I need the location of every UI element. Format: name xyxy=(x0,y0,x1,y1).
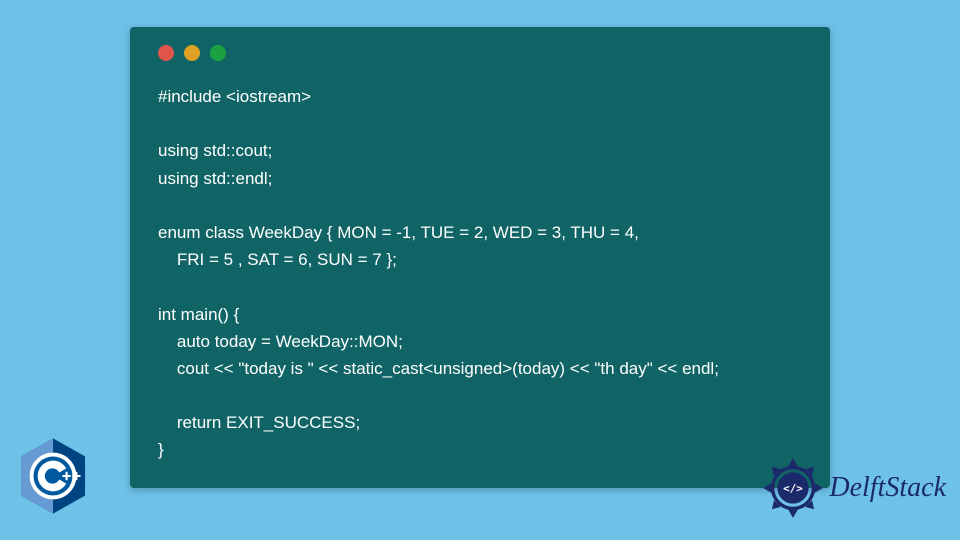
code-block: #include <iostream> using std::cout; usi… xyxy=(158,83,802,464)
minimize-icon xyxy=(184,45,200,61)
cpp-logo-icon xyxy=(18,437,88,515)
maximize-icon xyxy=(210,45,226,61)
delftstack-logo-icon: </> xyxy=(759,454,827,522)
svg-text:</>: </> xyxy=(784,482,804,495)
delftstack-brand: </> DelftStack xyxy=(759,454,946,522)
close-icon xyxy=(158,45,174,61)
window-traffic-lights xyxy=(158,45,802,61)
delftstack-label: DelftStack xyxy=(829,472,946,504)
code-window: #include <iostream> using std::cout; usi… xyxy=(130,27,830,488)
